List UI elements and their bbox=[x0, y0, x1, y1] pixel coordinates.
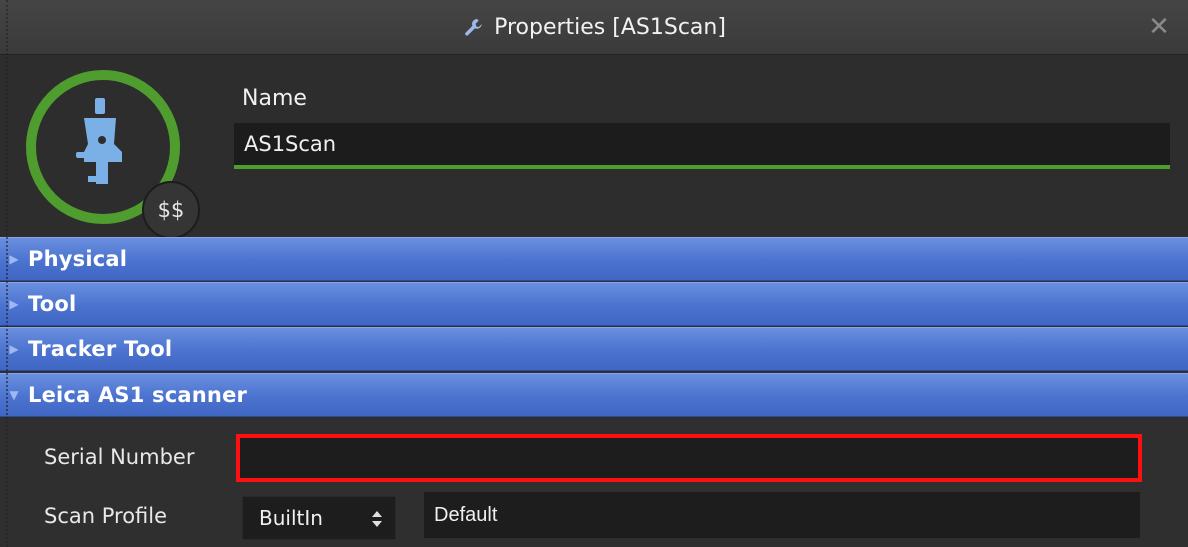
section-tracker-tool[interactable]: ▶ Tracker Tool bbox=[0, 327, 1188, 371]
dock-gripper[interactable] bbox=[0, 0, 8, 547]
scan-profile-source-value: BuiltIn bbox=[259, 506, 323, 530]
scanner-properties: Serial Number Scan Profile BuiltIn bbox=[0, 418, 1188, 547]
name-input[interactable] bbox=[234, 123, 1170, 169]
scan-profile-source-select[interactable]: BuiltIn bbox=[242, 496, 396, 540]
section-tool[interactable]: ▶ Tool bbox=[0, 282, 1188, 326]
window-title: Properties [AS1Scan] bbox=[494, 15, 726, 40]
title-group: Properties [AS1Scan] bbox=[0, 0, 1188, 55]
section-leica-as1-scanner[interactable]: ▼ Leica AS1 scanner bbox=[0, 373, 1188, 417]
scan-profile-label: Scan Profile bbox=[44, 504, 168, 528]
section-label: Tracker Tool bbox=[28, 337, 173, 361]
close-button[interactable]: ✕ bbox=[1144, 12, 1174, 42]
serial-number-label: Serial Number bbox=[44, 445, 195, 469]
cost-badge: $$ bbox=[142, 181, 200, 239]
close-icon[interactable]: ✕ bbox=[1148, 12, 1170, 42]
title-bar: Properties [AS1Scan] ✕ bbox=[0, 0, 1188, 55]
section-physical[interactable]: ▶ Physical bbox=[0, 237, 1188, 281]
spinner-arrows-icon[interactable] bbox=[371, 509, 383, 529]
name-label: Name bbox=[242, 86, 307, 111]
wrench-icon bbox=[462, 16, 486, 40]
section-label: Physical bbox=[28, 247, 128, 271]
object-header: $$ Name bbox=[0, 56, 1188, 239]
scan-profile-name-input[interactable] bbox=[424, 492, 1140, 538]
section-label: Leica AS1 scanner bbox=[28, 383, 248, 407]
section-label: Tool bbox=[28, 292, 77, 316]
serial-number-input[interactable] bbox=[236, 434, 1142, 482]
